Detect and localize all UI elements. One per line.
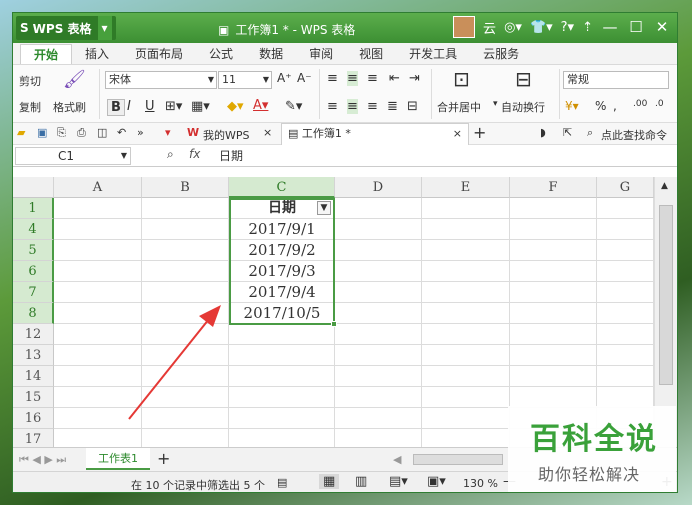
- annotation-arrow: [128, 305, 221, 420]
- arrow-shaft: [128, 318, 210, 420]
- arrow-head: [199, 305, 221, 327]
- app-window: S WPS 表格 ▾ ▣ 工作簿1 * - WPS 表格 云 ◎▾ 👕▾ ?▾ …: [12, 12, 678, 493]
